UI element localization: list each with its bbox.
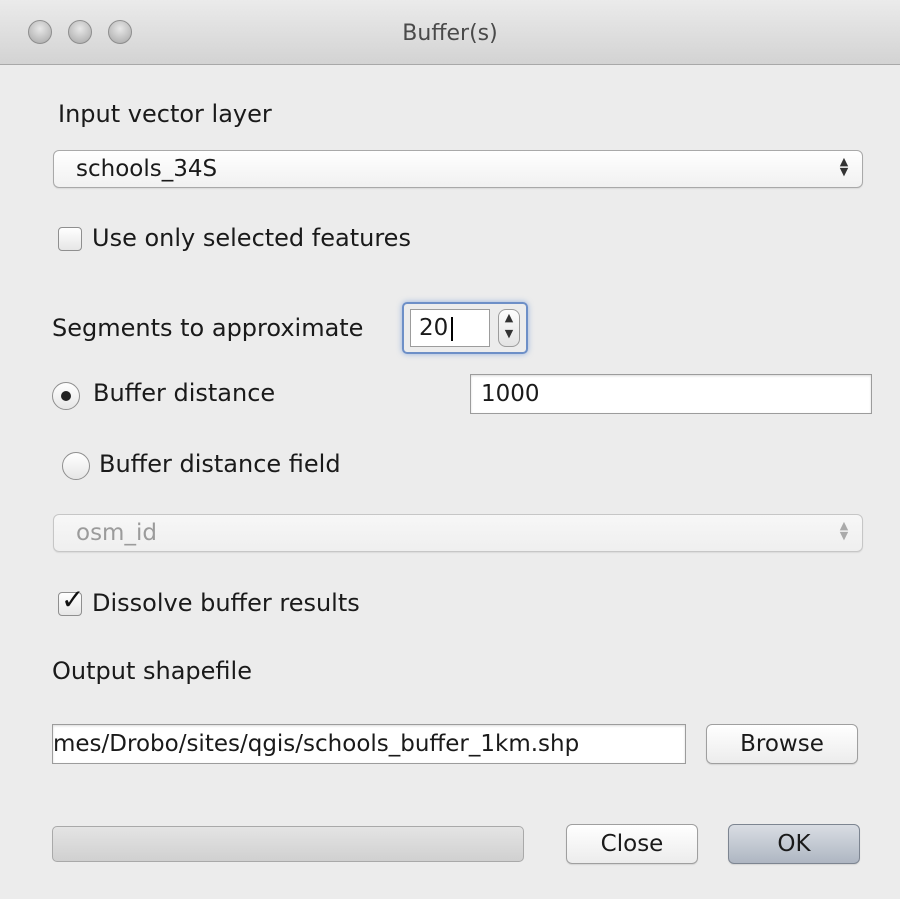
- buffer-field-value: osm_id: [76, 520, 157, 546]
- input-layer-select[interactable]: schools_34S ▲ ▼: [53, 150, 863, 188]
- close-button[interactable]: Close: [566, 824, 698, 864]
- segments-value: 20: [419, 315, 449, 341]
- buffer-dialog: Buffer(s) Input vector layer schools_34S…: [0, 0, 900, 899]
- progress-bar: [52, 826, 524, 862]
- segments-stepper[interactable]: ▲ ▼: [498, 309, 520, 347]
- browse-button[interactable]: Browse: [706, 724, 858, 764]
- checkmark-icon: ✓: [61, 583, 85, 616]
- buffer-distance-value: 1000: [481, 381, 540, 407]
- output-shapefile-label: Output shapefile: [52, 657, 252, 685]
- use-selected-checkbox[interactable]: [58, 227, 82, 251]
- buffer-field-select[interactable]: osm_id ▲ ▼: [53, 514, 863, 552]
- segments-spinbox: 20 ▲ ▼: [402, 302, 528, 354]
- dissolve-label: Dissolve buffer results: [92, 589, 360, 617]
- dissolve-checkbox[interactable]: ✓: [58, 585, 84, 616]
- buffer-distance-field-radio[interactable]: [62, 452, 90, 480]
- use-selected-label: Use only selected features: [92, 224, 411, 252]
- input-layer-label: Input vector layer: [58, 100, 272, 128]
- buffer-distance-label: Buffer distance: [93, 379, 276, 407]
- title-bar: Buffer(s): [0, 0, 900, 65]
- segments-input[interactable]: 20: [410, 309, 490, 347]
- buffer-distance-input[interactable]: 1000: [470, 374, 872, 414]
- segments-label: Segments to approximate: [52, 314, 364, 342]
- window-title: Buffer(s): [402, 21, 498, 46]
- radio-selected-dot: [61, 391, 71, 401]
- text-caret: [451, 317, 453, 341]
- buffer-distance-radio[interactable]: [52, 382, 80, 410]
- output-path-input[interactable]: mes/Drobo/sites/qgis/schools_buffer_1km.…: [52, 724, 686, 764]
- buffer-distance-field-label: Buffer distance field: [99, 450, 341, 478]
- output-path-value: mes/Drobo/sites/qgis/schools_buffer_1km.…: [53, 731, 580, 757]
- select-arrows-icon: ▲ ▼: [839, 519, 849, 542]
- input-layer-value: schools_34S: [76, 156, 218, 182]
- ok-button[interactable]: OK: [728, 824, 860, 864]
- select-arrows-icon: ▲ ▼: [839, 155, 849, 178]
